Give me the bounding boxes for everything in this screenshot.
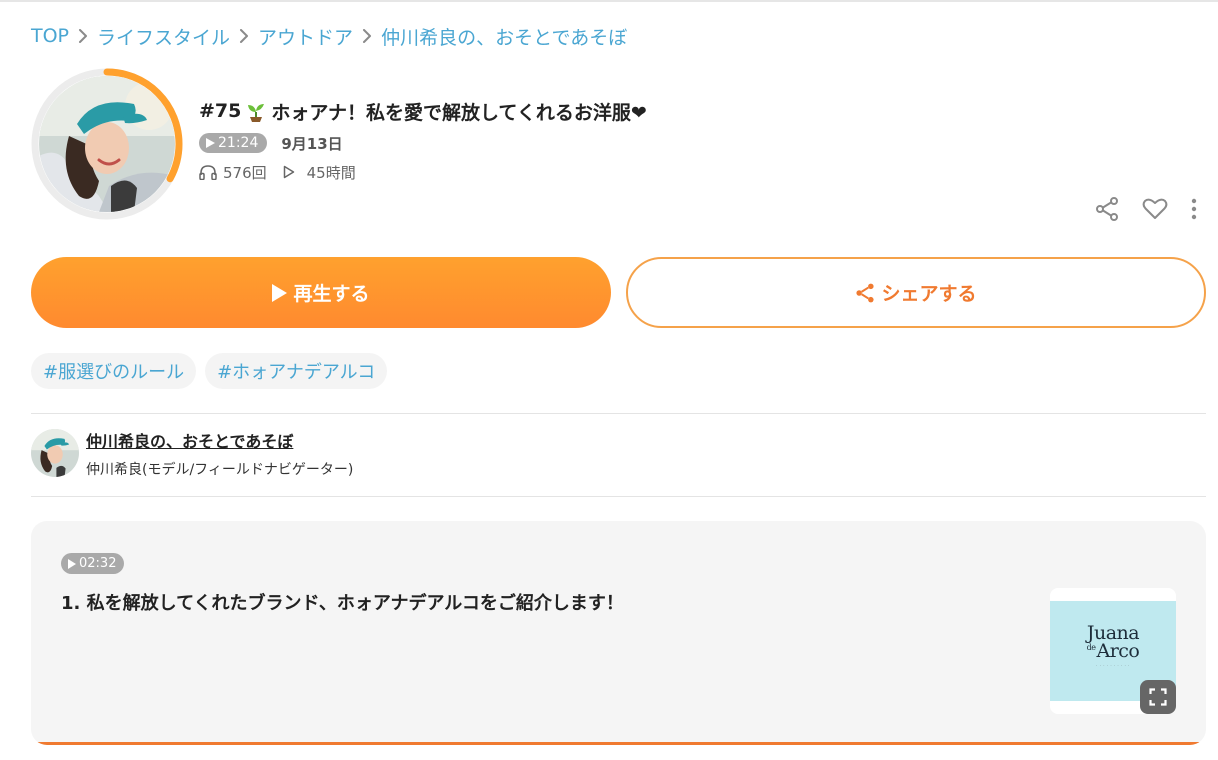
logo-line2: deArco: [1050, 642, 1176, 661]
chevron-right-icon: [230, 22, 258, 50]
share-button[interactable]: シェアする: [626, 257, 1206, 328]
episode-actions: [1090, 195, 1202, 223]
episode-stats: 576回 45時間: [199, 160, 356, 184]
logo-arco: Arco: [1096, 640, 1140, 662]
share-icon[interactable]: [1090, 195, 1124, 223]
headphones-icon: [199, 164, 223, 180]
episode-date: 9月13日: [281, 134, 343, 153]
sprout-icon: [245, 100, 267, 122]
share-button-label: シェアする: [881, 283, 977, 305]
expand-icon[interactable]: [1140, 680, 1176, 714]
duration-badge: 21:24: [199, 133, 268, 153]
tag-item[interactable]: #服選びのルール: [31, 353, 197, 389]
breadcrumb-channel[interactable]: 仲川希良の、おそとであそぼ: [381, 23, 627, 50]
listen-count: 576回: [223, 163, 267, 182]
chevron-right-icon: [69, 22, 97, 50]
brand-logo: Juana deArco · · · · · · · · · ·: [1050, 624, 1176, 668]
divider: [31, 413, 1206, 414]
host-photo: [39, 76, 175, 212]
chapter-timestamp[interactable]: 02:32: [61, 553, 125, 574]
breadcrumb: TOP ライフスタイル アウトドア 仲川希良の、おそとであそぼ: [31, 22, 627, 50]
play-time: 45時間: [306, 163, 356, 182]
play-icon: [68, 558, 76, 569]
tag-list: #服選びのルール #ホォアナデアルコ: [31, 353, 388, 389]
divider: [31, 496, 1206, 497]
logo-de: de: [1086, 642, 1096, 652]
episode-number: #75: [199, 100, 242, 122]
share-icon: [855, 282, 881, 304]
tag-item[interactable]: #ホォアナデアルコ: [205, 353, 388, 389]
chapter-title: 1. 私を解放してくれたブランド、ホォアナデアルコをご紹介します！: [61, 593, 624, 614]
chapter-time-text: 02:32: [79, 556, 117, 571]
play-icon: [206, 138, 215, 148]
episode-meta: 21:24 9月13日: [199, 132, 343, 154]
chapter-card: 02:32 1. 私を解放してくれたブランド、ホォアナデアルコをご紹介します！ …: [31, 521, 1206, 745]
chevron-right-icon: [353, 22, 381, 50]
play-outline-icon: [283, 165, 301, 179]
episode-title-text: ホォアナ！私を愛で解放してくれるお洋服❤: [271, 101, 647, 124]
channel-host: 仲川希良(モデル/フィールドナビゲーター): [86, 462, 354, 478]
channel-avatar[interactable]: [31, 429, 79, 477]
more-vertical-icon[interactable]: [1186, 195, 1202, 223]
episode-artwork[interactable]: [31, 68, 183, 220]
logo-tagline: · · · · · · · · · ·: [1096, 663, 1130, 668]
play-button[interactable]: 再生する: [31, 257, 611, 328]
episode-title: #75 ホォアナ！私を愛で解放してくれるお洋服❤: [199, 97, 647, 125]
play-button-label: 再生する: [293, 283, 370, 305]
breadcrumb-lifestyle[interactable]: ライフスタイル: [97, 23, 230, 50]
chapter-progress-bar: [31, 742, 1206, 745]
channel-name-link[interactable]: 仲川希良の、おそとであそぼ: [86, 428, 293, 452]
breadcrumb-outdoor[interactable]: アウトドア: [258, 23, 353, 50]
breadcrumb-top[interactable]: TOP: [31, 25, 69, 47]
heart-icon[interactable]: [1138, 195, 1172, 223]
duration-text: 21:24: [218, 135, 259, 151]
top-border: [0, 0, 1218, 2]
play-icon: [272, 283, 288, 302]
